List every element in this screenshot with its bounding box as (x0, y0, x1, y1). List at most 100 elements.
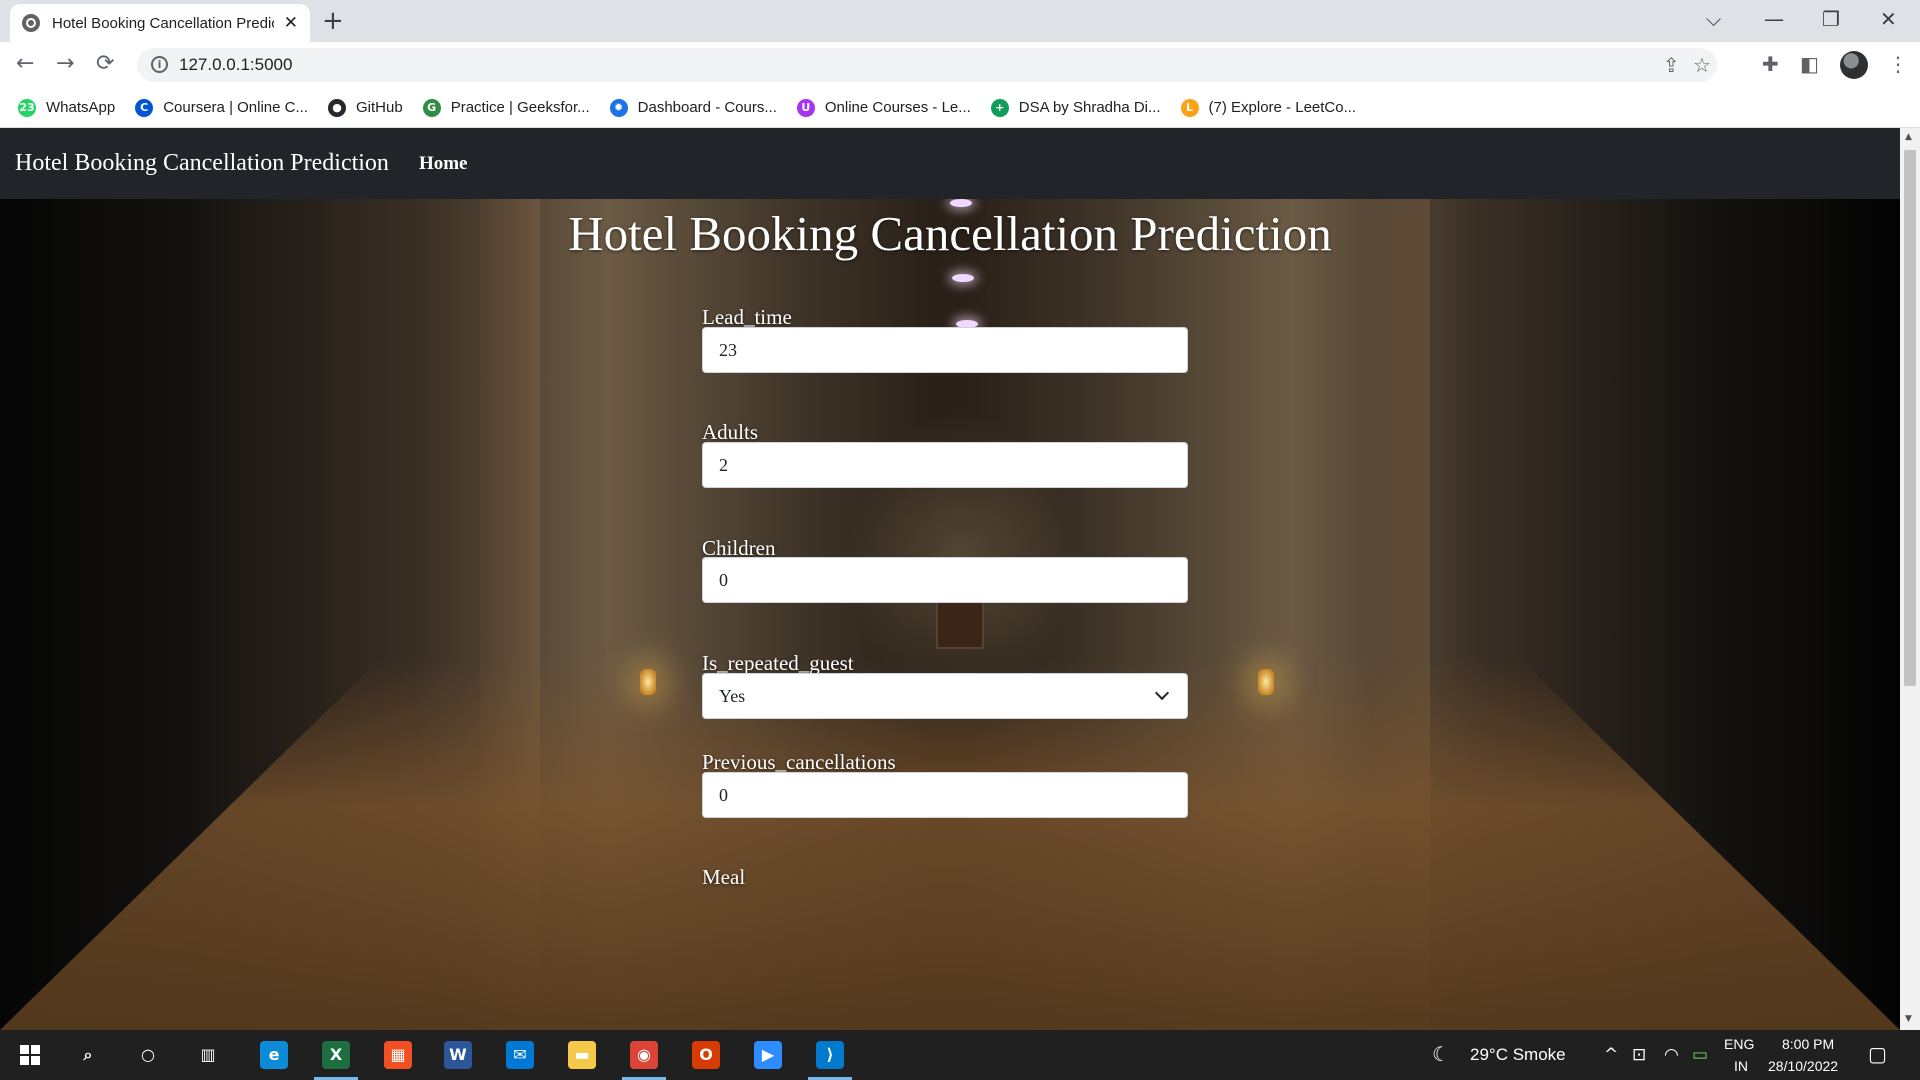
windows-taskbar: ☾ 29°C Smoke ^ ⊡ ◠ ▭ ENG IN 8:00 PM 28/1… (0, 1030, 1920, 1080)
extensions-icon[interactable]: ✚ (1762, 51, 1779, 77)
bookmark-item[interactable]: ✹ Dashboard - Cours... (609, 98, 777, 117)
mail-icon: ✉ (506, 1041, 534, 1069)
scroll-up-arrow[interactable]: ▲ (1905, 132, 1912, 142)
notification-icon[interactable]: ▢ (1868, 1042, 1887, 1066)
share-icon[interactable]: ⇪ (1663, 53, 1680, 77)
browser-tabstrip: Hotel Booking Cancellation Prediction ✕ … (0, 0, 1920, 42)
field-value: 23 (719, 339, 737, 360)
edge-icon: e (260, 1041, 288, 1069)
weather-moon-icon[interactable]: ☾ (1432, 1042, 1450, 1066)
udemy-icon: U (796, 98, 815, 117)
plus-icon: + (990, 98, 1009, 117)
taskbar-app-chrome[interactable]: ◉ (626, 1037, 662, 1073)
browser-tab[interactable]: Hotel Booking Cancellation Prediction ✕ (10, 4, 310, 42)
office-icon: O (692, 1041, 720, 1069)
whatsapp-icon: 23 (18, 98, 36, 117)
url-text: 127.0.0.1:5000 (179, 55, 293, 74)
bookmark-item[interactable]: C Coursera | Online C... (135, 98, 308, 117)
input-field[interactable]: 0 (702, 557, 1188, 603)
input-field[interactable]: 23 (702, 327, 1188, 373)
tab-search-icon[interactable]: ⌵ (1706, 6, 1721, 32)
bookmark-item[interactable]: U Online Courses - Le... (796, 98, 971, 117)
chevron-up-icon[interactable]: ^ (1604, 1045, 1618, 1065)
vscode-icon: ⟩ (816, 1041, 844, 1069)
taskbar-app-search[interactable]: ⌕ (70, 1037, 106, 1073)
clock-time[interactable]: 8:00 PM (1782, 1036, 1834, 1052)
page-scrollbar[interactable]: ▲ ▼ (1900, 128, 1920, 1030)
taskbar-app-cortana[interactable]: ○ (130, 1037, 166, 1073)
weather-text[interactable]: 29°C Smoke (1470, 1045, 1566, 1065)
excel-icon: X (322, 1041, 350, 1069)
github-icon: ● (328, 98, 346, 117)
side-panel-icon[interactable]: ◧ (1800, 51, 1819, 77)
taskbar-app-task-view[interactable]: ▥ (190, 1037, 226, 1073)
bookmark-item[interactable]: 23 WhatsApp (18, 98, 115, 117)
site-navbar: Hotel Booking Cancellation Prediction Ho… (0, 128, 1900, 199)
input-field[interactable]: 0 (702, 772, 1188, 818)
address-bar[interactable]: i 127.0.0.1:5000 ⇪ ☆ (137, 48, 1717, 82)
bookmark-label: Practice | Geeksfor... (450, 99, 590, 116)
taskbar-app-store[interactable]: ▦ (380, 1037, 416, 1073)
file-explorer-icon: ▬ (568, 1041, 596, 1069)
store-icon: ▦ (384, 1041, 412, 1069)
field-value: 2 (719, 454, 728, 475)
navbar-brand[interactable]: Hotel Booking Cancellation Prediction (15, 150, 389, 177)
scroll-thumb[interactable] (1904, 150, 1916, 686)
sun-icon: ✹ (609, 98, 628, 117)
bookmark-item[interactable]: L (7) Explore - LeetCo... (1180, 98, 1357, 117)
hallway-background: Hotel Booking Cancellation Prediction Le… (0, 199, 1900, 1030)
taskbar-app-excel[interactable]: X (318, 1037, 354, 1073)
word-icon: W (444, 1041, 472, 1069)
globe-icon (22, 14, 40, 32)
close-tab-icon[interactable]: ✕ (284, 13, 298, 33)
close-window-button[interactable]: ✕ (1880, 6, 1897, 32)
start-button[interactable] (12, 1037, 48, 1073)
field-value: 0 (719, 569, 728, 590)
bookmark-label: GitHub (356, 99, 403, 116)
maximize-button[interactable]: ❐ (1822, 6, 1840, 32)
bookmarks-bar: 23 WhatsApp C Coursera | Online C... ● GitHub… (0, 88, 1920, 128)
tab-title: Hotel Booking Cancellation Prediction (52, 14, 274, 32)
browser-toolbar: ← → ⟳ i 127.0.0.1:5000 ⇪ ☆ ✚ ◧ ⋮ (0, 42, 1920, 88)
geeksforgeeks-icon: G (422, 98, 441, 117)
menu-kebab-icon[interactable]: ⋮ (1888, 51, 1908, 77)
reload-button[interactable]: ⟳ (96, 50, 114, 78)
profile-avatar[interactable] (1840, 51, 1868, 79)
forward-button[interactable]: → (56, 50, 74, 78)
clock-date[interactable]: 28/10/2022 (1768, 1058, 1838, 1074)
search-icon: ⌕ (83, 1045, 93, 1064)
site-info-icon[interactable]: i (151, 56, 168, 73)
battery-icon[interactable]: ▭ (1692, 1045, 1708, 1065)
taskbar-app-office[interactable]: O (688, 1037, 724, 1073)
taskbar-app-vscode[interactable]: ⟩ (812, 1037, 848, 1073)
bookmark-item[interactable]: G Practice | Geeksfor... (422, 98, 590, 117)
bookmark-label: Dashboard - Cours... (637, 99, 777, 116)
bookmark-item[interactable]: + DSA by Shradha Di... (990, 98, 1161, 117)
nav-link-home[interactable]: Home (419, 153, 468, 175)
bookmark-label: Coursera | Online C... (163, 99, 308, 116)
wall-lamp (640, 669, 656, 695)
zoom-icon: ▶ (754, 1041, 782, 1069)
language-indicator[interactable]: ENG (1724, 1036, 1754, 1052)
page-title: Hotel Booking Cancellation Prediction (568, 206, 1332, 261)
bookmark-item[interactable]: ● GitHub (328, 98, 403, 117)
input-field[interactable]: 2 (702, 442, 1188, 488)
meet-now-icon[interactable]: ⊡ (1632, 1045, 1646, 1065)
region-indicator[interactable]: IN (1734, 1058, 1748, 1074)
select-field[interactable]: Yes (702, 673, 1188, 719)
minimize-button[interactable]: — (1764, 6, 1784, 32)
bookmark-label: (7) Explore - LeetCo... (1208, 99, 1357, 116)
wifi-icon[interactable]: ◠ (1664, 1045, 1679, 1065)
windows-logo-icon (20, 1045, 40, 1065)
bookmark-label: Online Courses - Le... (824, 99, 971, 116)
bookmark-star-icon[interactable]: ☆ (1693, 53, 1711, 77)
new-tab-button[interactable]: + (322, 6, 344, 36)
scroll-down-arrow[interactable]: ▼ (1905, 1014, 1912, 1024)
taskbar-app-word[interactable]: W (440, 1037, 476, 1073)
taskbar-app-mail[interactable]: ✉ (502, 1037, 538, 1073)
taskbar-app-file-explorer[interactable]: ▬ (564, 1037, 600, 1073)
taskbar-app-edge[interactable]: e (256, 1037, 292, 1073)
chevron-down-icon (1154, 685, 1170, 701)
taskbar-app-zoom[interactable]: ▶ (750, 1037, 786, 1073)
back-button[interactable]: ← (16, 50, 34, 78)
